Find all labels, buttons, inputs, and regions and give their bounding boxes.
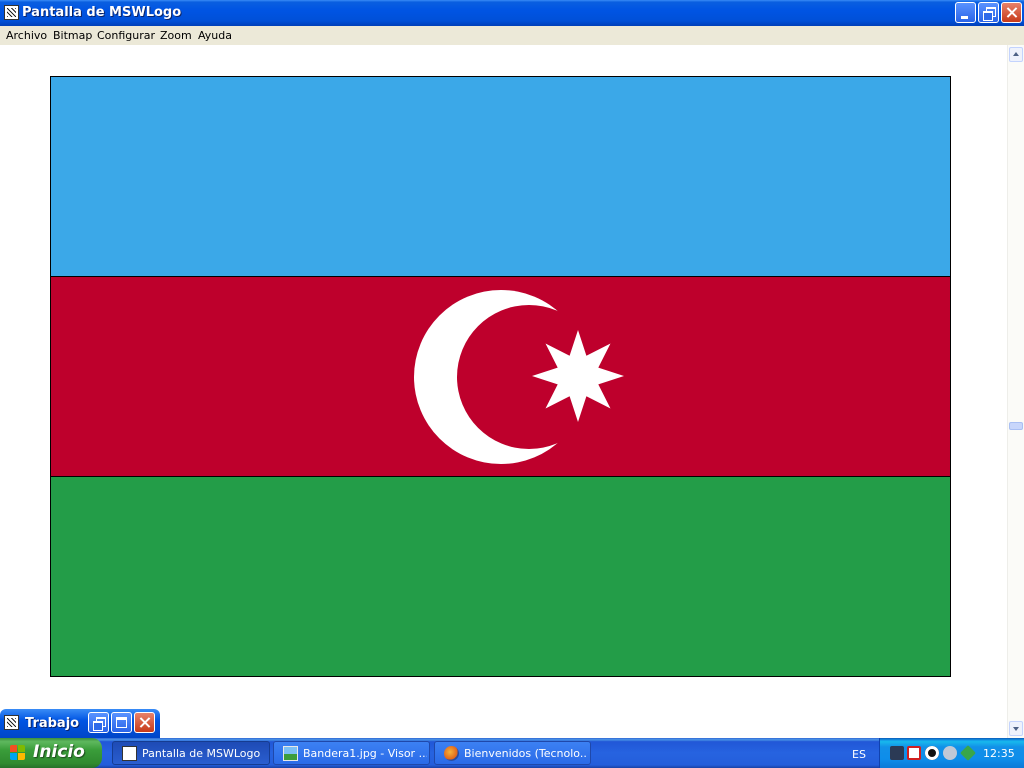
volume-icon[interactable]	[943, 746, 957, 760]
start-button[interactable]: Inicio	[0, 738, 102, 768]
task-label: Pantalla de MSWLogo	[142, 747, 261, 760]
antivirus-icon[interactable]	[907, 746, 921, 760]
flag-drawing	[50, 76, 951, 677]
close-button[interactable]	[1001, 2, 1022, 23]
trabajo-title: Trabajo	[25, 716, 80, 731]
restore-icon	[979, 3, 998, 22]
mswlogo-icon	[4, 5, 19, 20]
minimize-icon	[956, 3, 975, 22]
title-bar[interactable]: Pantalla de MSWLogo	[0, 0, 1024, 26]
drawing-canvas[interactable]	[0, 45, 1007, 738]
media-icon[interactable]	[925, 746, 939, 760]
task-image-viewer[interactable]: Bandera1.jpg - Visor ...	[273, 741, 430, 765]
window-title: Pantalla de MSWLogo	[22, 5, 182, 20]
scroll-down-button[interactable]	[1009, 721, 1023, 736]
minimize-button[interactable]	[955, 2, 976, 23]
star-icon	[532, 330, 624, 422]
taskbar: Inicio Pantalla de MSWLogo Bandera1.jpg …	[0, 738, 1024, 768]
close-icon	[135, 713, 154, 732]
network-icon[interactable]	[960, 745, 976, 761]
menu-zoom[interactable]: Zoom	[160, 29, 192, 42]
windows-logo-icon	[10, 745, 27, 761]
scroll-thumb[interactable]	[1009, 422, 1023, 430]
restore-button[interactable]	[978, 2, 999, 23]
mswlogo-icon	[4, 715, 19, 730]
crescent-star-emblem	[414, 290, 624, 464]
task-label: Bandera1.jpg - Visor ...	[303, 747, 427, 760]
maximize-button[interactable]	[111, 712, 132, 733]
image-viewer-icon	[283, 746, 298, 761]
language-indicator[interactable]: ES	[852, 748, 866, 761]
menu-archivo[interactable]: Archivo	[6, 29, 47, 42]
tray-app-icon[interactable]	[890, 746, 904, 760]
menu-configurar[interactable]: Configurar	[97, 29, 155, 42]
mswlogo-icon	[122, 746, 137, 761]
vertical-scrollbar[interactable]	[1007, 45, 1024, 738]
task-label: Bienvenidos (Tecnolo...	[464, 747, 588, 760]
menu-ayuda[interactable]: Ayuda	[198, 29, 232, 42]
menu-bar: Archivo Bitmap Configurar Zoom Ayuda	[0, 26, 1024, 45]
trabajo-window-minimized[interactable]: Trabajo	[0, 709, 160, 738]
restore-icon	[89, 713, 108, 732]
start-label: Inicio	[33, 742, 85, 762]
maximize-icon	[116, 717, 127, 728]
close-button[interactable]	[134, 712, 155, 733]
close-icon	[1002, 3, 1021, 22]
task-mswlogo[interactable]: Pantalla de MSWLogo	[112, 741, 270, 765]
restore-button[interactable]	[88, 712, 109, 733]
scroll-up-button[interactable]	[1009, 47, 1023, 62]
menu-bitmap[interactable]: Bitmap	[53, 29, 92, 42]
clock: 12:35	[983, 747, 1015, 760]
task-firefox[interactable]: Bienvenidos (Tecnolo...	[434, 741, 591, 765]
firefox-icon	[444, 746, 459, 761]
